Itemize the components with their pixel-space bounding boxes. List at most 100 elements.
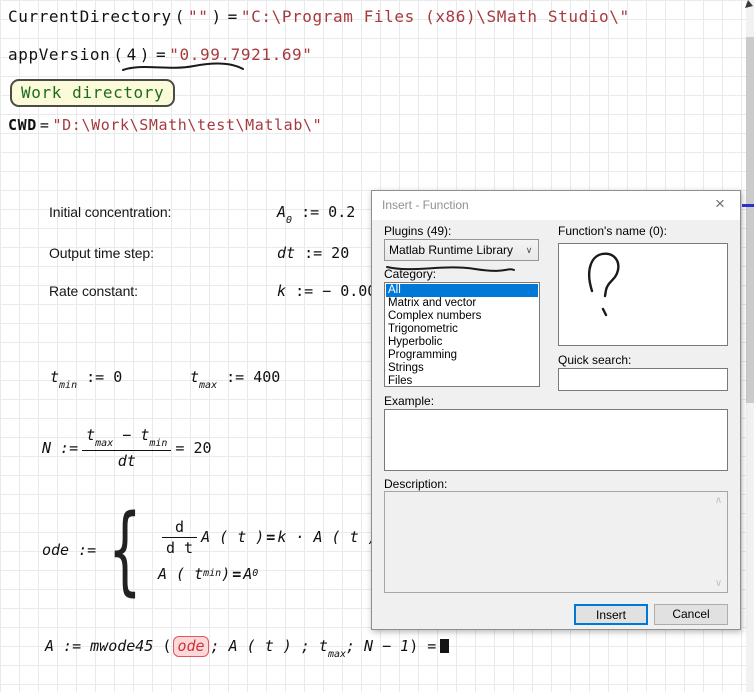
var-name: CWD bbox=[8, 116, 37, 134]
expr-tmax[interactable]: tmax := 400 bbox=[190, 368, 280, 391]
paren-open: ( bbox=[113, 45, 123, 64]
numerator: tmax − tmin bbox=[82, 426, 171, 449]
plugins-combobox[interactable]: Matlab Runtime Library ∨ bbox=[384, 239, 539, 261]
description-box: ∧ ∨ bbox=[384, 491, 728, 593]
category-item-all[interactable]: All bbox=[386, 284, 538, 297]
expr-app-version[interactable]: appVersion(4) ="0.99.7921.69" bbox=[8, 45, 313, 64]
rhs-term: k · A ( t ) bbox=[277, 528, 376, 546]
category-item-files[interactable]: Files bbox=[386, 375, 538, 387]
var-subscript: max bbox=[199, 380, 217, 391]
lhs: N := bbox=[42, 439, 78, 457]
subscript: 0 bbox=[252, 568, 258, 579]
paren-close: ) bbox=[211, 7, 221, 26]
work-directory-label: Work directory bbox=[21, 83, 164, 102]
string-value: "0.99.7921.69" bbox=[169, 45, 312, 64]
quick-search-input[interactable] bbox=[558, 368, 728, 391]
paren-close: ) bbox=[221, 565, 230, 583]
expr-n[interactable]: N := tmax − tmin dt = 20 bbox=[42, 426, 212, 470]
cancel-button[interactable]: Cancel bbox=[654, 604, 728, 625]
system-body: d d t A ( t ) = k · A ( t ) A ( tmin ) =… bbox=[158, 518, 377, 583]
args: ; A ( t ) ; bbox=[211, 637, 310, 655]
label-rate-constant[interactable]: Rate constant: bbox=[49, 283, 138, 299]
chevron-down-icon: ∨ bbox=[520, 245, 538, 256]
fn-arg: "" bbox=[188, 7, 208, 26]
expr-ode-system[interactable]: ode := { d d t A ( t ) = k · A ( t ) A (… bbox=[42, 506, 377, 594]
result: = 20 bbox=[175, 439, 211, 457]
lhs-term: A ( t ) bbox=[201, 528, 264, 546]
insert-button[interactable]: Insert bbox=[574, 604, 648, 625]
var-subscript: min bbox=[59, 380, 77, 391]
quick-search-label: Quick search: bbox=[558, 353, 631, 367]
expr-a0[interactable]: A0 := 0.2 bbox=[277, 203, 355, 226]
assignment: := 20 bbox=[304, 244, 349, 262]
expr-current-directory[interactable]: CurrentDirectory("")="C:\Program Files (… bbox=[8, 7, 630, 26]
vertical-scrollbar[interactable] bbox=[746, 0, 754, 692]
assignment: := 0 bbox=[86, 368, 122, 386]
bold-equals: = bbox=[232, 565, 241, 583]
var: t bbox=[190, 368, 199, 386]
rhs-term: A bbox=[243, 565, 252, 583]
error-highlight-ode[interactable]: ode bbox=[173, 636, 208, 657]
insert-function-dialog: Insert - Function × Plugins (49): Matlab… bbox=[371, 190, 741, 630]
assignment: := 0.2 bbox=[301, 203, 355, 221]
fn-name: CurrentDirectory bbox=[8, 7, 172, 26]
label-initial-concentration[interactable]: Initial concentration: bbox=[49, 204, 171, 220]
example-label: Example: bbox=[384, 394, 434, 408]
work-directory-button[interactable]: Work directory bbox=[10, 79, 175, 107]
var: dt bbox=[277, 244, 295, 262]
fraction-bar bbox=[82, 450, 171, 451]
category-item-matrix-and-vector[interactable]: Matrix and vector bbox=[386, 297, 538, 310]
description-label: Description: bbox=[384, 477, 447, 491]
subscript: min bbox=[203, 568, 221, 579]
expr-dt[interactable]: dt := 20 bbox=[277, 244, 349, 262]
expr-k[interactable]: k := − 0.005 bbox=[277, 282, 385, 300]
vertical-scrollbar-thumb[interactable] bbox=[746, 37, 754, 403]
category-item-strings[interactable]: Strings bbox=[386, 362, 538, 375]
paren-open: ( bbox=[162, 637, 171, 655]
expr-tmin[interactable]: tmin := 0 bbox=[50, 368, 122, 391]
function-name-listbox[interactable] bbox=[558, 243, 728, 346]
var: A bbox=[277, 203, 286, 221]
expr-mwode45[interactable]: A := mwode45 (ode; A ( t ) ; tmax; N − 1… bbox=[45, 637, 449, 660]
description-scrollbar[interactable]: ∧ ∨ bbox=[710, 492, 727, 592]
lhs: ode := bbox=[42, 541, 96, 559]
dialog-title: Insert - Function bbox=[382, 198, 469, 212]
assignment: := 400 bbox=[226, 368, 280, 386]
string-value: "D:\Work\SMath\test\Matlab\" bbox=[53, 116, 323, 134]
category-item-hyperbolic[interactable]: Hyperbolic bbox=[386, 336, 538, 349]
category-item-complex-numbers[interactable]: Complex numbers bbox=[386, 310, 538, 323]
page-edge-marker bbox=[742, 204, 754, 207]
var: t bbox=[50, 368, 59, 386]
string-value: "C:\Program Files (x86)\SMath Studio\" bbox=[241, 7, 630, 26]
example-box bbox=[384, 409, 728, 471]
denominator: dt bbox=[114, 452, 140, 470]
fraction: tmax − tmin dt bbox=[82, 426, 171, 470]
ode-initial-condition: A ( tmin ) = A0 bbox=[158, 565, 377, 583]
plugins-label: Plugins (49): bbox=[384, 224, 451, 238]
plugins-selected-value: Matlab Runtime Library bbox=[385, 243, 520, 257]
category-item-trigonometric[interactable]: Trigonometric bbox=[386, 323, 538, 336]
ode-equation-1: d d t A ( t ) = k · A ( t ) bbox=[158, 518, 377, 557]
equals-sign: = bbox=[40, 116, 50, 134]
dialog-titlebar: Insert - Function × bbox=[372, 191, 740, 220]
paren-close: ) bbox=[409, 637, 418, 655]
function-name-label: Function's name (0): bbox=[558, 224, 667, 238]
scroll-up-icon[interactable]: ∧ bbox=[710, 492, 727, 509]
scroll-down-icon[interactable]: ∨ bbox=[710, 575, 727, 592]
category-listbox[interactable]: All Matrix and vector Complex numbers Tr… bbox=[384, 282, 540, 387]
category-label: Category: bbox=[384, 267, 436, 281]
label-output-time-step[interactable]: Output time step: bbox=[49, 245, 154, 261]
lhs-term: A ( t bbox=[158, 565, 203, 583]
fn-name: appVersion bbox=[8, 45, 110, 64]
category-item-programming[interactable]: Programming bbox=[386, 349, 538, 362]
paren-close: ) bbox=[140, 45, 150, 64]
derivative-fraction: d d t bbox=[162, 518, 197, 557]
fn-arg: 4 bbox=[127, 45, 137, 64]
expr-cwd[interactable]: CWD="D:\Work\SMath\test\Matlab\" bbox=[8, 116, 322, 134]
args: ; N − 1 bbox=[346, 637, 409, 655]
equals-sign: = bbox=[228, 7, 238, 26]
result-placeholder bbox=[440, 639, 449, 653]
close-icon[interactable]: × bbox=[710, 194, 730, 214]
equals-sign: = bbox=[156, 45, 166, 64]
lhs: A := mwode45 bbox=[45, 637, 153, 655]
